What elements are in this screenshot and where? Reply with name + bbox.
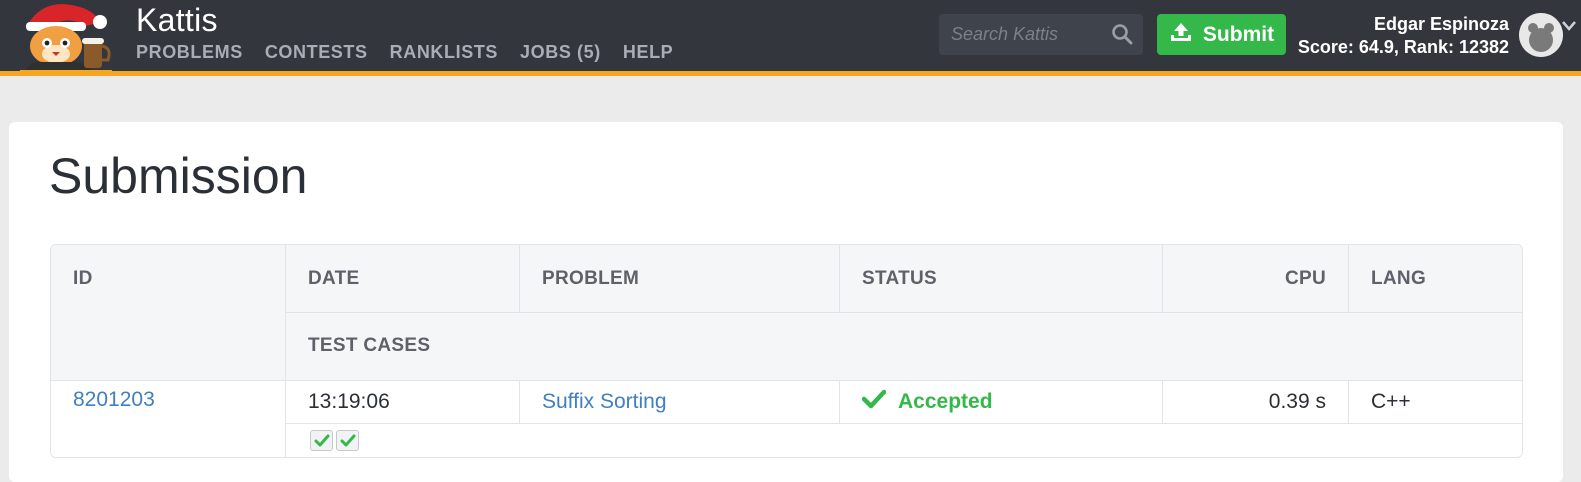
user-info[interactable]: Edgar Espinoza Score: 64.9, Rank: 12382 [1298,13,1509,59]
top-navigation-bar: Kattis PROBLEMS CONTESTS RANKLISTS JOBS … [0,0,1581,76]
nav-jobs[interactable]: JOBS (5) [520,42,601,63]
checkmark-icon [340,434,355,446]
content-card: Submission ID DATE PROBLEM STATUS CPU LA… [9,122,1563,482]
header-lang: LANG [1349,245,1522,312]
table-row-date: 13:19:06 [286,381,520,423]
header-divider [286,312,1522,313]
problem-link[interactable]: Suffix Sorting [542,390,667,414]
search-box [939,14,1143,55]
table-row-status: Accepted [840,381,1163,423]
table-row-problem: Suffix Sorting [520,381,840,423]
upload-icon [1169,21,1193,49]
table-row-cpu: 0.39 s [1163,381,1349,423]
submission-id-link[interactable]: 8201203 [73,388,155,412]
nav-ranklists[interactable]: RANKLISTS [390,42,498,63]
nav-help[interactable]: HELP [623,42,673,63]
page-title: Submission [49,148,308,204]
test-case-2[interactable] [336,430,359,451]
main-nav: PROBLEMS CONTESTS RANKLISTS JOBS (5) HEL… [136,42,673,63]
submit-button[interactable]: Submit [1157,14,1286,55]
test-case-1[interactable] [310,430,333,451]
table-row-id: 8201203 [51,381,286,457]
avatar-icon[interactable] [1519,13,1563,57]
search-icon[interactable] [1111,23,1133,45]
header-test-cases: TEST CASES [286,312,1522,380]
submission-table: ID DATE PROBLEM STATUS CPU LANG TEST CAS… [50,244,1523,458]
header-status: STATUS [840,245,1163,312]
search-input[interactable] [939,14,1109,55]
checkmark-icon [861,389,887,415]
user-stats: Score: 64.9, Rank: 12382 [1297,37,1509,57]
user-name: Edgar Espinoza [1373,14,1509,34]
nav-contests[interactable]: CONTESTS [265,42,368,63]
header-problem: PROBLEM [520,245,840,312]
caret-down-icon[interactable] [1562,18,1576,31]
header-date: DATE [286,245,520,312]
brand-title[interactable]: Kattis [136,2,218,39]
checkmark-icon [314,434,329,446]
table-row-lang: C++ [1349,381,1522,423]
kattis-cat-logo-icon[interactable] [14,0,118,76]
submit-label: Submit [1202,22,1275,46]
header-cpu: CPU [1163,245,1349,312]
status-accepted: Accepted [898,390,993,413]
nav-problems[interactable]: PROBLEMS [136,42,243,63]
header-id: ID [51,245,286,380]
test-cases-row [286,424,1522,457]
